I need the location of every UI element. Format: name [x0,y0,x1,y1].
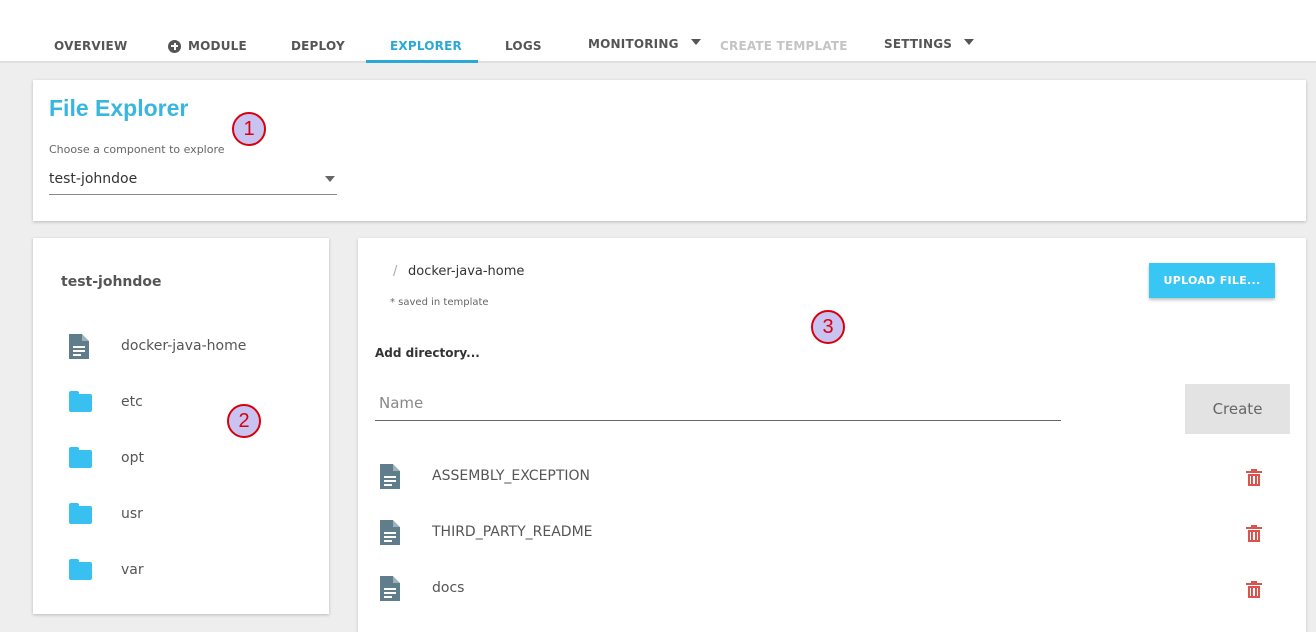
file-row-label: ASSEMBLY_EXCEPTION [432,468,591,484]
directory-detail-card: / docker-java-home * saved in template U… [358,238,1306,632]
tab-logs[interactable]: LOGS [505,39,542,53]
folder-icon [69,559,92,580]
tree-item-label: opt [121,450,144,466]
file-row-label: THIRD_PARTY_README [432,524,593,540]
tab-overview[interactable]: OVERVIEW [54,39,127,53]
chevron-down-icon [964,39,975,45]
breadcrumb-separator: / [393,264,398,279]
top-nav: OVERVIEW MODULE DEPLOY EXPLORER LOGS MON… [0,0,1316,63]
tree-item-docker-java-home[interactable]: docker-java-home [69,332,246,360]
plus-circle-icon [168,39,181,53]
delete-icon[interactable] [1246,469,1262,487]
saved-in-template-note: * saved in template [390,297,489,308]
breadcrumb[interactable]: docker-java-home [408,264,524,279]
delete-icon[interactable] [1246,581,1262,599]
tree-item-var[interactable]: var [69,556,144,584]
tab-explorer[interactable]: EXPLORER [390,39,462,53]
delete-icon[interactable] [1246,525,1262,543]
tree-root-label: test-johndoe [61,274,162,290]
folder-icon [69,447,92,468]
tab-create-template: CREATE TEMPLATE [720,39,848,53]
folder-icon [69,391,92,412]
file-icon [380,520,400,545]
annotation-marker-1: 1 [232,112,266,146]
tree-item-etc[interactable]: etc [69,388,143,416]
add-directory-label: Add directory... [375,346,480,360]
file-icon [380,576,400,601]
page-title: File Explorer [49,95,189,121]
file-explorer-header-card: File Explorer Choose a component to expl… [33,80,1306,221]
upload-file-button[interactable]: UPLOAD FILE... [1149,263,1275,298]
tree-item-usr[interactable]: usr [69,500,143,528]
tree-item-label: docker-java-home [121,338,247,354]
component-select[interactable]: test-johndoe [49,168,337,195]
file-row-label: docs [432,580,465,596]
file-tree-card: test-johndoe docker-java-home etc opt us… [33,238,329,614]
folder-icon [69,503,92,524]
annotation-marker-2: 2 [227,404,261,438]
dropdown-arrow-icon [325,176,335,182]
active-tab-indicator [366,60,478,63]
tree-item-label: var [121,562,144,578]
tree-item-label: etc [121,394,143,410]
chevron-down-icon [690,39,701,45]
tab-module[interactable]: MODULE [168,39,247,53]
tab-settings[interactable]: SETTINGS [884,37,975,51]
file-row-third-party-readme[interactable]: THIRD_PARTY_README [380,518,1270,548]
file-row-docs[interactable]: docs [380,574,1270,604]
annotation-marker-3: 3 [811,310,845,344]
file-icon [69,333,89,359]
file-icon [380,464,400,489]
tree-item-opt[interactable]: opt [69,444,144,472]
tab-deploy[interactable]: DEPLOY [291,39,345,53]
directory-name-input[interactable] [375,385,1061,421]
component-select-label: Choose a component to explore [49,143,225,156]
component-select-value: test-johndoe [49,171,138,187]
file-row-assembly-exception[interactable]: ASSEMBLY_EXCEPTION [380,462,1270,492]
create-directory-button[interactable]: Create [1185,384,1290,434]
tab-monitoring[interactable]: MONITORING [588,37,701,51]
tree-item-label: usr [121,506,143,522]
